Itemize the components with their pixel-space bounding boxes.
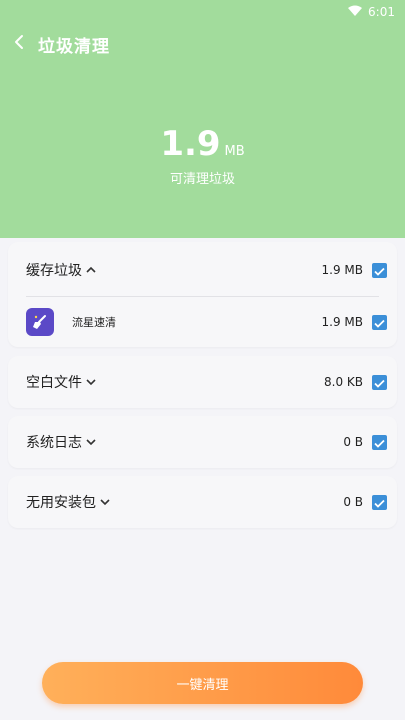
app-size: 1.9 MB: [321, 315, 363, 329]
category-size: 1.9 MB: [321, 263, 363, 277]
category-toggle-blank-files[interactable]: 空白文件: [26, 372, 96, 392]
category-row-cache: 缓存垃圾 1.9 MB: [8, 242, 397, 298]
category-checkbox-system-logs[interactable]: [372, 433, 387, 452]
category-label: 缓存垃圾: [26, 263, 82, 279]
app-row: 流星速清 1.9 MB: [8, 294, 397, 350]
category-checkbox-cache[interactable]: [372, 261, 387, 280]
checkmark-icon: [374, 433, 385, 452]
category-row-system-logs: 系统日志 0 B: [8, 414, 397, 470]
one-click-clean-button[interactable]: 一键清理: [42, 662, 363, 704]
category-toggle-useless-apks[interactable]: 无用安装包: [26, 492, 110, 512]
category-label: 系统日志: [26, 435, 82, 451]
chevron-up-icon: [86, 262, 96, 278]
total-size-unit: MB: [224, 144, 245, 159]
category-row-blank-files: 空白文件 8.0 KB: [8, 354, 397, 410]
junk-summary: 1.9 MB 可清理垃圾: [0, 124, 405, 187]
broom-app-icon: [26, 308, 54, 336]
checkmark-icon: [374, 313, 385, 332]
category-card-cache: 缓存垃圾 1.9 MB 流星速清 1.9 MB: [8, 242, 397, 347]
category-checkbox-blank-files[interactable]: [372, 373, 387, 392]
status-bar: 6:01: [348, 0, 395, 24]
category-toggle-system-logs[interactable]: 系统日志: [26, 432, 96, 452]
app-name: 流星速清: [72, 316, 116, 329]
checkmark-icon: [374, 261, 385, 280]
total-size-value: 1.9: [160, 124, 221, 164]
summary-caption: 可清理垃圾: [169, 172, 235, 187]
chevron-down-icon: [100, 494, 110, 510]
category-size: 0 B: [343, 435, 363, 449]
category-card-blank-files: 空白文件 8.0 KB: [8, 356, 397, 408]
top-bar: 垃圾清理: [14, 30, 110, 58]
category-label: 空白文件: [26, 375, 82, 391]
category-size: 8.0 KB: [324, 375, 363, 389]
page-title: 垃圾清理: [38, 36, 110, 57]
app-checkbox[interactable]: [372, 313, 387, 332]
checkmark-icon: [374, 493, 385, 512]
category-size: 0 B: [343, 495, 363, 509]
category-row-useless-apks: 无用安装包 0 B: [8, 474, 397, 530]
checkmark-icon: [374, 373, 385, 392]
category-card-system-logs: 系统日志 0 B: [8, 416, 397, 468]
category-checkbox-useless-apks[interactable]: [372, 493, 387, 512]
chevron-left-icon: [14, 34, 24, 54]
chevron-down-icon: [86, 374, 96, 390]
category-label: 无用安装包: [26, 495, 96, 511]
category-toggle-cache[interactable]: 缓存垃圾: [26, 260, 96, 280]
header-banner: 6:01 垃圾清理 1.9 MB 可清理垃圾: [0, 0, 405, 238]
chevron-down-icon: [86, 434, 96, 450]
wifi-icon: [348, 5, 363, 19]
back-button[interactable]: [14, 30, 28, 58]
status-time: 6:01: [368, 5, 395, 19]
category-card-useless-apks: 无用安装包 0 B: [8, 476, 397, 528]
